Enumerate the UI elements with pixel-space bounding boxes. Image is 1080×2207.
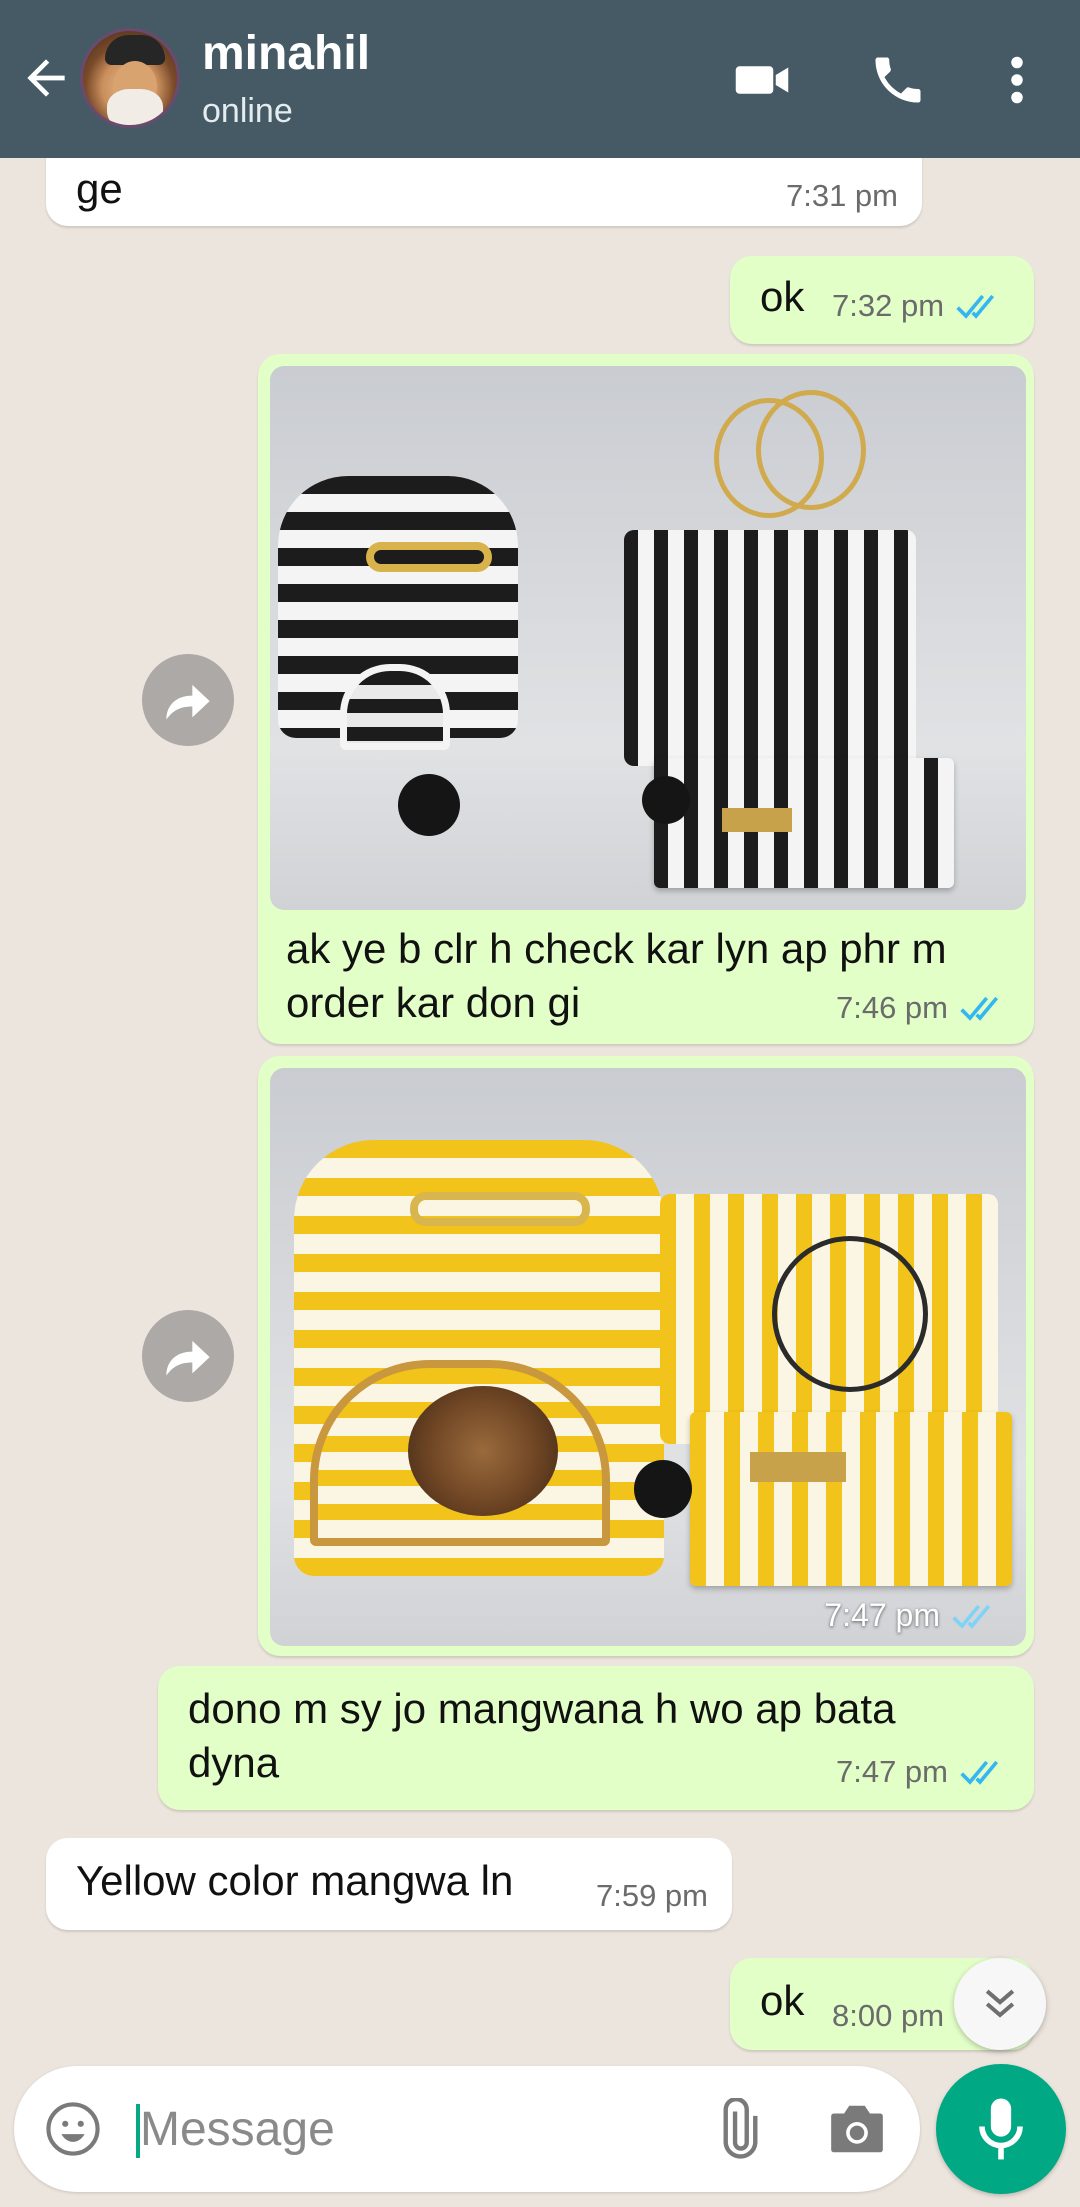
image-caption-line-2: order kar don gi <box>286 979 581 1026</box>
voice-call-icon[interactable] <box>868 50 928 110</box>
image-message-outgoing[interactable]: 7:47 pm <box>258 1056 1034 1656</box>
message-bubble-outgoing[interactable]: dono m sy jo mangwana h wo ap bata dyna … <box>158 1666 1034 1810</box>
message-time: 7:59 pm <box>595 1878 708 1913</box>
video-call-icon[interactable] <box>732 50 792 110</box>
contact-status: online <box>202 92 293 130</box>
double-chevron-down-icon <box>985 1989 1015 2018</box>
bag-photo-black-white[interactable] <box>270 366 1026 910</box>
message-bubble-incoming[interactable]: Yellow color mangwa ln 7:59 pm <box>46 1838 732 1930</box>
message-time: 8:00 pm <box>832 1998 945 2033</box>
attachment-icon[interactable] <box>704 2096 770 2164</box>
bag-photo-yellow-white[interactable]: 7:47 pm <box>270 1068 1026 1646</box>
contact-name[interactable]: minahil <box>202 26 370 81</box>
message-time: 7:47 pm <box>824 1597 940 1633</box>
image-message-outgoing[interactable]: ak ye b clr h check kar lyn ap phr m ord… <box>258 354 1034 1044</box>
camera-icon[interactable] <box>826 2100 888 2158</box>
avatar[interactable] <box>80 28 180 128</box>
read-ticks-icon <box>956 294 995 319</box>
message-bubble-outgoing[interactable]: ok 7:32 pm <box>730 256 1034 344</box>
emoji-icon[interactable] <box>42 2098 104 2160</box>
more-options-icon[interactable] <box>992 50 1042 110</box>
image-caption-line-1: ak ye b clr h check kar lyn ap phr m <box>286 925 947 972</box>
message-time: 7:31 pm <box>785 178 898 213</box>
message-time: 7:32 pm <box>832 288 945 323</box>
scroll-to-bottom-button[interactable] <box>954 1958 1046 2050</box>
message-text: Yellow color mangwa ln <box>76 1857 514 1904</box>
read-ticks-icon <box>952 1604 991 1629</box>
voice-message-button[interactable] <box>936 2064 1066 2194</box>
message-text: ok <box>760 273 805 320</box>
message-time: 7:47 pm <box>835 1754 948 1789</box>
message-text-line-1: dono m sy jo mangwana h wo ap bata <box>188 1685 896 1732</box>
forward-icon[interactable] <box>142 654 234 746</box>
message-time: 7:46 pm <box>835 990 948 1025</box>
message-bubble-incoming[interactable]: ge 7:31 pm <box>46 158 922 226</box>
message-text: ge <box>76 165 123 212</box>
chat-area[interactable]: ge 7:31 pm ok 7:32 pm ak ye b clr h chec… <box>0 158 1080 2058</box>
forward-icon[interactable] <box>142 1310 234 1402</box>
back-arrow-icon[interactable] <box>18 50 74 106</box>
message-input[interactable] <box>140 2094 680 2164</box>
message-text-line-2: dyna <box>188 1739 280 1786</box>
microphone-icon <box>979 2098 1023 2160</box>
message-composer <box>14 2066 920 2192</box>
message-text: ok <box>760 1977 805 2024</box>
read-ticks-icon <box>960 1760 999 1785</box>
chat-header: minahil online <box>0 0 1080 158</box>
read-ticks-icon <box>960 996 999 1021</box>
